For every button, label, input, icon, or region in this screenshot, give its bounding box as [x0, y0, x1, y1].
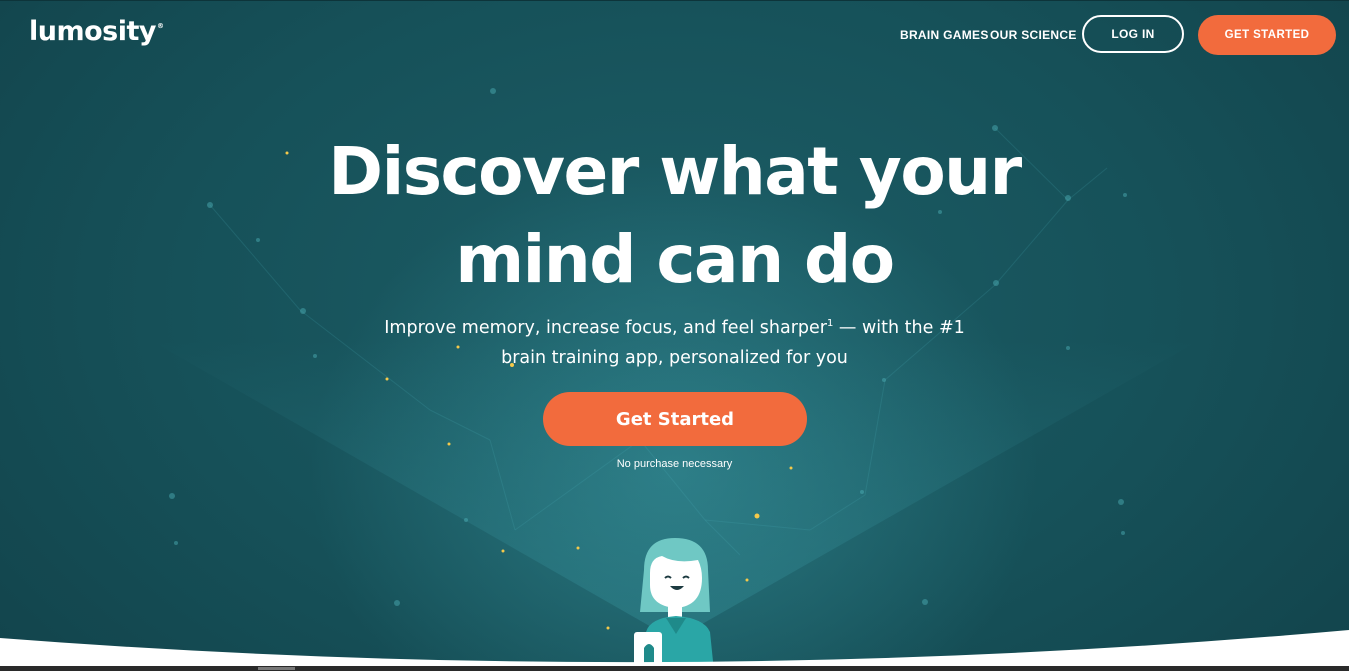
log-in-button[interactable]: LOG IN [1082, 15, 1184, 53]
scrollbar-thumb[interactable] [258, 667, 295, 670]
subheadline-line-1: Improve memory, increase focus, and feel… [0, 309, 1349, 343]
headline-line-2: mind can do [455, 221, 895, 298]
header-get-started-button[interactable]: GET STARTED [1198, 15, 1336, 55]
nav-brain-games[interactable]: BRAIN GAMES [900, 28, 989, 42]
hero-get-started-button[interactable]: Get Started [543, 392, 807, 446]
subheadline-text-tail: — with the #1 [833, 317, 965, 338]
registered-mark: ® [157, 22, 164, 30]
nav-our-science[interactable]: OUR SCIENCE [990, 28, 1077, 42]
hero-headline: Discover what your mind can do [0, 128, 1349, 304]
lumosity-logo[interactable]: lumosity® [29, 16, 164, 47]
headline-line-1: Discover what your [328, 133, 1022, 210]
no-purchase-note: No purchase necessary [616, 458, 733, 470]
bottom-curve-divider [0, 630, 1349, 671]
subheadline-line-2: brain training app, personalized for you [501, 347, 848, 368]
subheadline-text: Improve memory, increase focus, and feel… [384, 317, 827, 338]
hero-subheadline: Improve memory, increase focus, and feel… [0, 309, 1349, 373]
top-border [0, 0, 1349, 1]
logo-text: lumosity [29, 16, 157, 47]
horizontal-scrollbar[interactable] [0, 666, 1349, 671]
